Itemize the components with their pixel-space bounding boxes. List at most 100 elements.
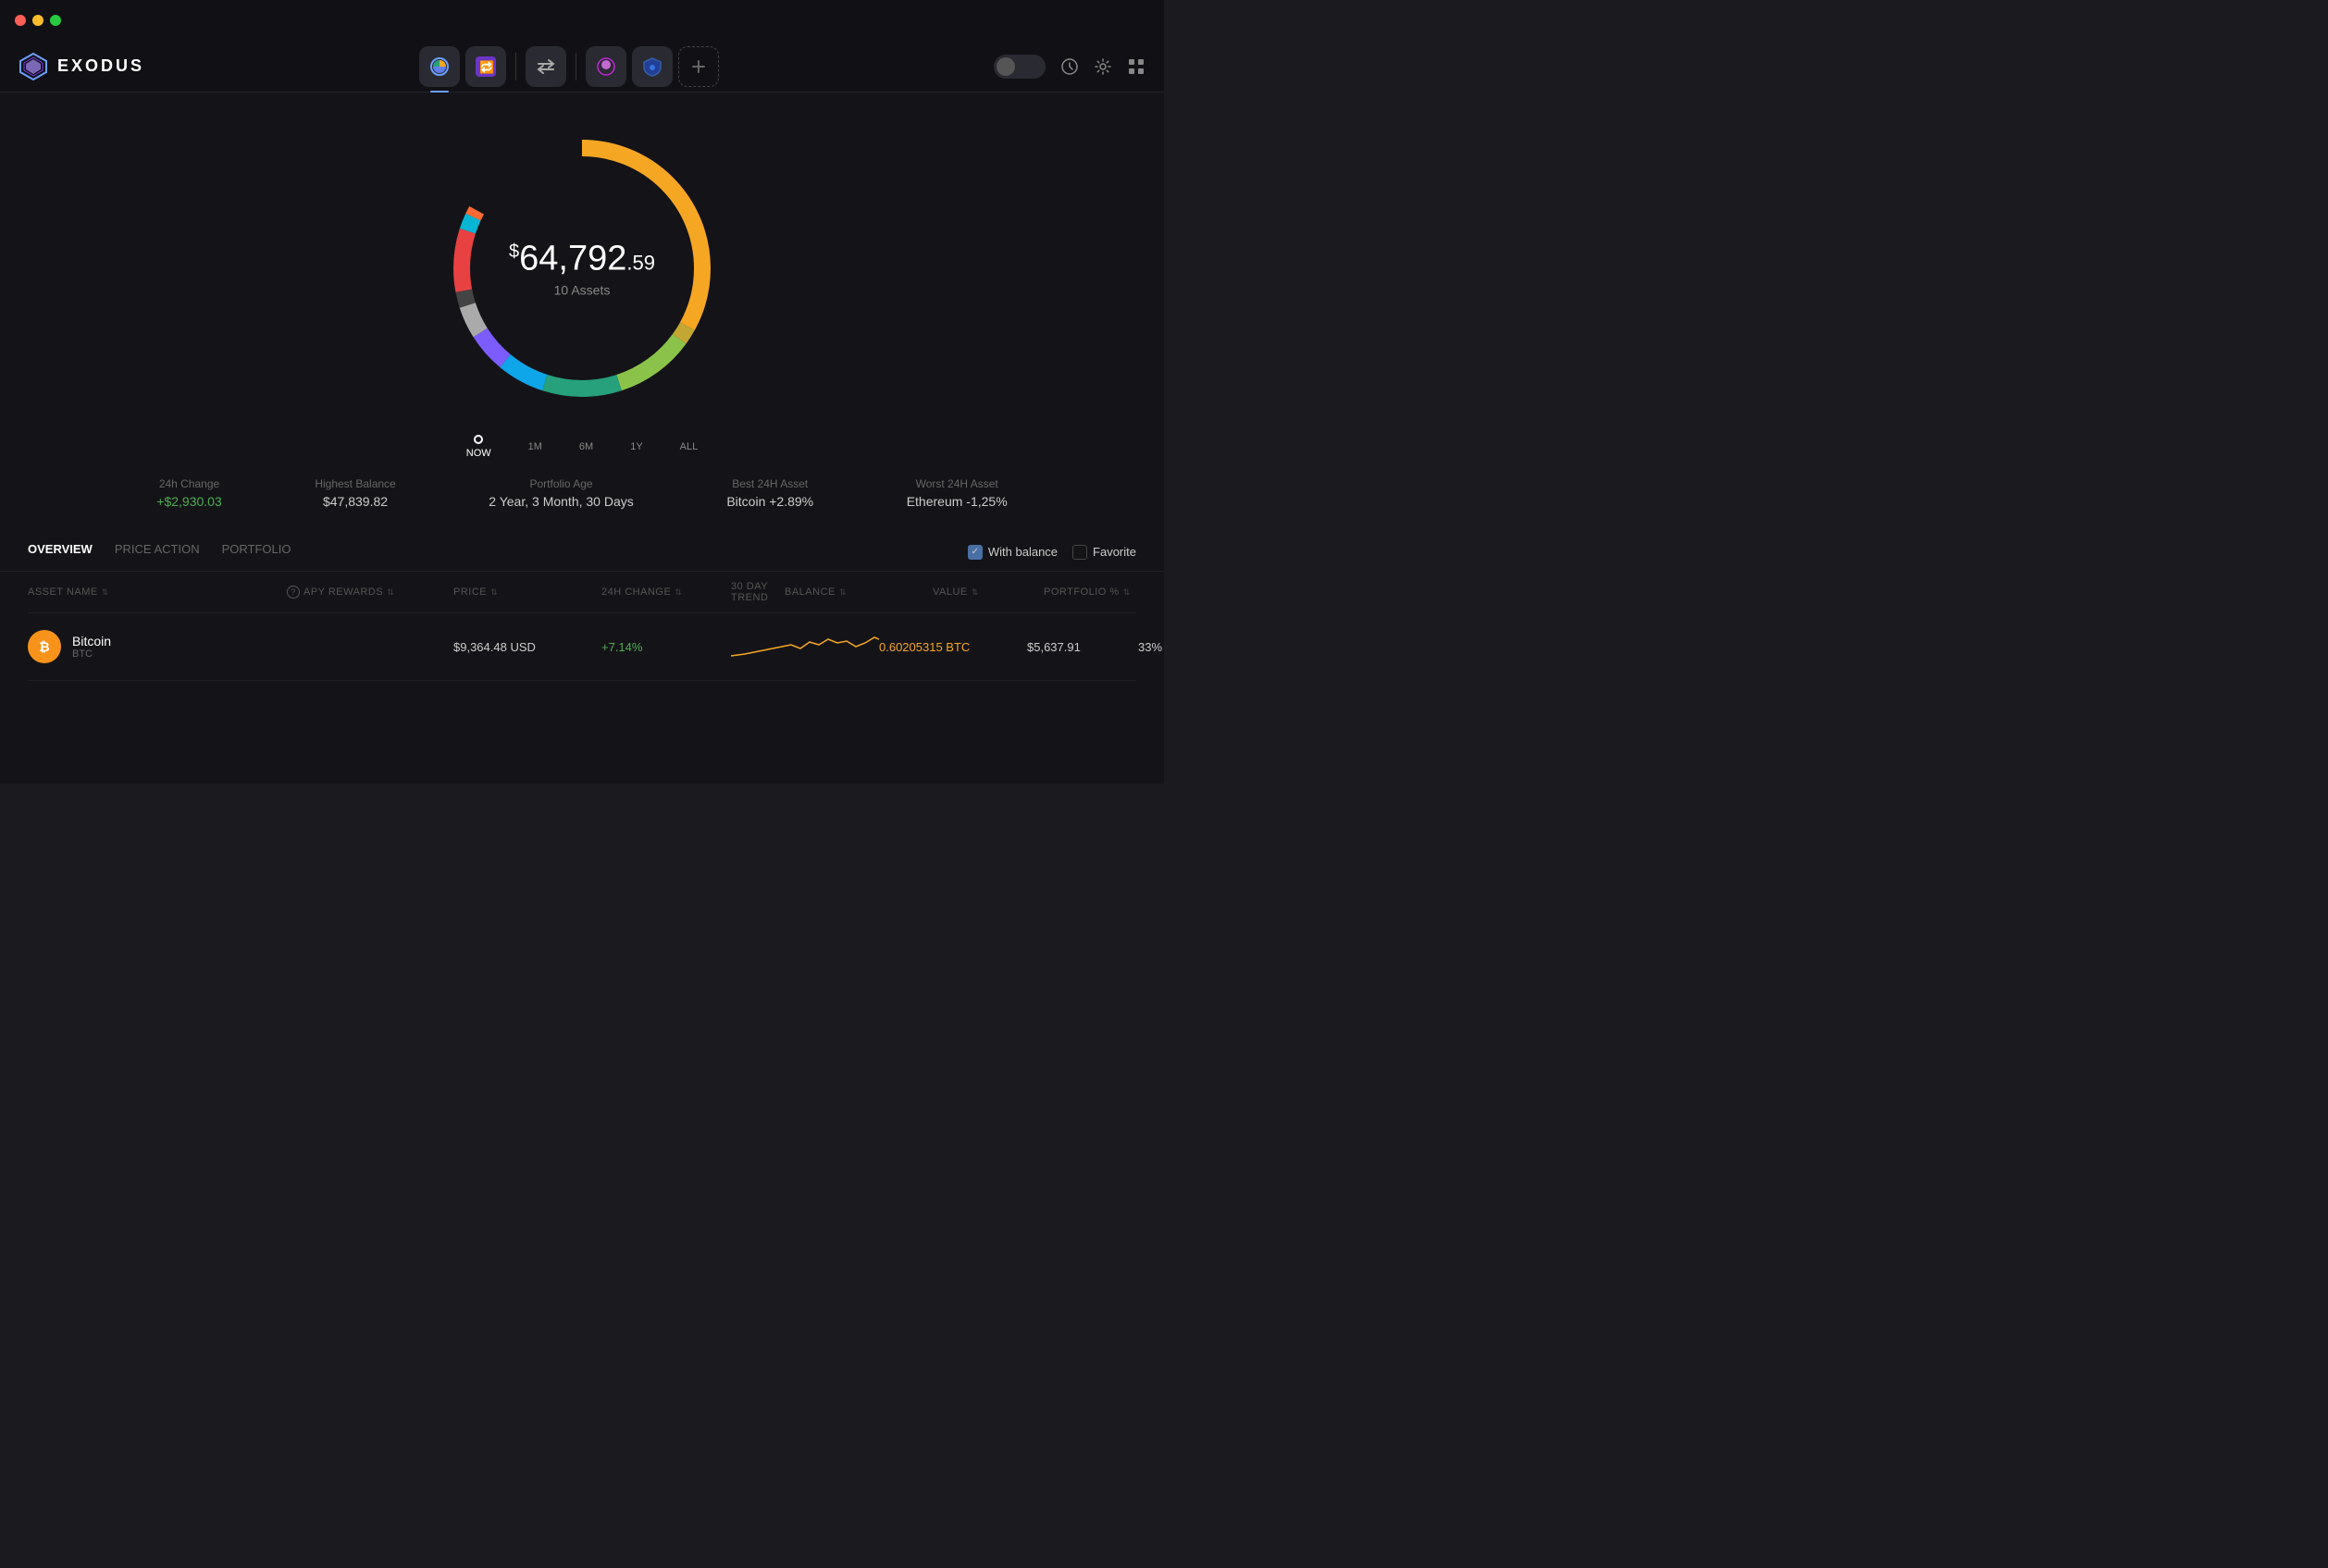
tabs-bar: OVERVIEW PRICE ACTION PORTFOLIO ✓ With b… [0,527,1164,572]
apy-info-icon[interactable]: ? [287,586,300,599]
asset-info-btc: ₿ Bitcoin BTC [28,630,287,663]
favorite-label: Favorite [1093,545,1136,559]
th-24h-change[interactable]: 24H CHANGE ⇅ [601,581,731,603]
settings-button[interactable] [1094,57,1112,76]
tab-overview[interactable]: OVERVIEW [28,542,93,562]
tabs-right: ✓ With balance Favorite [968,545,1136,560]
stat-highest-value: $47,839.82 [315,494,395,509]
th-balance[interactable]: BALANCE ⇅ [785,581,933,603]
stat-age-value: 2 Year, 3 Month, 30 Days [489,494,633,509]
nav-transfer-button[interactable] [526,46,566,87]
asset-table: ASSET NAME ⇅ ? APY REWARDS ⇅ PRICE ⇅ 24H… [0,572,1164,681]
amount-cents: .59 [626,252,655,275]
sort-icon-name: ⇅ [102,587,109,598]
exodus-logo-icon [19,52,48,81]
close-button[interactable] [15,15,26,26]
tab-portfolio[interactable]: PORTFOLIO [222,542,291,562]
logo: EXODUS [19,52,144,81]
nav-add-button[interactable] [678,46,719,87]
maximize-button[interactable] [50,15,61,26]
donut-chart: $64,792.59 10 Assets [434,120,730,416]
history-icon [1060,57,1079,76]
main-content: $64,792.59 10 Assets NOW 1M 6M 1Y ALL [0,93,1164,784]
btc-portfolio-pct: 33% [1138,640,1164,654]
timeline-all[interactable]: ALL [680,441,699,452]
nav-nft-button[interactable] [586,46,626,87]
sort-icon-value: ⇅ [972,587,979,598]
th-price[interactable]: PRICE ⇅ [453,581,601,603]
with-balance-filter[interactable]: ✓ With balance [968,545,1058,560]
svg-text:🔁: 🔁 [479,60,494,74]
apps-icon [1127,57,1145,76]
nav-exchange-button[interactable]: 🔁 [465,46,506,87]
stat-24h-label: 24h Change [156,477,221,490]
favorite-filter[interactable]: Favorite [1072,545,1136,560]
sort-icon-apy: ⇅ [387,587,394,598]
btc-balance: 0.60205315 BTC [879,640,1027,654]
navbar-right [994,55,1145,79]
timeline-1m[interactable]: 1M [528,441,542,452]
th-portfolio[interactable]: PORTFOLIO % ⇅ [1044,581,1136,603]
transfer-icon [536,56,556,77]
timeline-6m-label: 6M [579,441,593,452]
assets-count: 10 Assets [509,283,655,298]
timeline-all-label: ALL [680,441,699,452]
sort-icon-balance: ⇅ [839,587,847,598]
stat-age-label: Portfolio Age [489,477,633,490]
donut-center-text: $64,792.59 10 Assets [509,240,655,298]
timeline-dot-circle [474,435,483,444]
gear-icon [1094,57,1112,76]
stat-best-value: Bitcoin +2.89% [726,494,813,509]
th-asset-name[interactable]: ASSET NAME ⇅ [28,581,287,603]
portfolio-icon [429,56,450,77]
stat-24h-change: 24h Change +$2,930.03 [156,477,221,509]
btc-sparkline [731,628,879,665]
apps-button[interactable] [1127,57,1145,76]
lock-toggle[interactable] [994,55,1046,79]
exchange-icon: 🔁 [476,56,496,77]
nav-web3-button[interactable] [632,46,673,87]
btc-value: $5,637.91 [1027,640,1138,654]
sort-icon-price: ⇅ [490,587,498,598]
timeline-6m[interactable]: 6M [579,441,593,452]
plus-icon [691,59,706,74]
table-header: ASSET NAME ⇅ ? APY REWARDS ⇅ PRICE ⇅ 24H… [28,572,1136,613]
favorite-checkbox[interactable] [1072,545,1087,560]
tab-price-action[interactable]: PRICE ACTION [115,542,200,562]
with-balance-label: With balance [988,545,1058,559]
nav-center: 🔁 [419,46,719,87]
stats-row: 24h Change +$2,930.03 Highest Balance $4… [73,477,1091,509]
stat-highest-label: Highest Balance [315,477,395,490]
stat-24h-value: +$2,930.03 [156,494,221,509]
portfolio-total: $64,792.59 [509,240,655,279]
timeline-1m-label: 1M [528,441,542,452]
sort-icon-change: ⇅ [675,587,682,598]
btc-icon: ₿ [28,630,61,663]
with-balance-checkbox[interactable]: ✓ [968,545,983,560]
timeline-now-label: NOW [466,448,491,459]
shield-icon [642,56,662,77]
table-row[interactable]: ₿ Bitcoin BTC $9,364.48 USD +7.14% 0.602… [28,613,1136,681]
stat-best-label: Best 24H Asset [726,477,813,490]
timeline: NOW 1M 6M 1Y ALL [466,435,699,459]
timeline-1y-label: 1Y [630,441,642,452]
btc-name-block: Bitcoin BTC [72,634,111,660]
portfolio-section: $64,792.59 10 Assets NOW 1M 6M 1Y ALL [0,93,1164,527]
titlebar [0,0,1164,41]
stat-worst-label: Worst 24H Asset [907,477,1008,490]
th-value[interactable]: VALUE ⇅ [933,581,1044,603]
btc-sparkline-svg [731,628,879,665]
stat-worst-value: Ethereum -1,25% [907,494,1008,509]
stat-worst-asset: Worst 24H Asset Ethereum -1,25% [907,477,1008,509]
nav-portfolio-button[interactable] [419,46,460,87]
btc-ticker: BTC [72,648,111,660]
th-trend: 30 DAY TREND [731,581,785,603]
stat-highest-balance: Highest Balance $47,839.82 [315,477,395,509]
amount-main: 64,792 [519,240,626,278]
timeline-1y[interactable]: 1Y [630,441,642,452]
nft-icon [596,56,616,77]
history-button[interactable] [1060,57,1079,76]
timeline-now[interactable]: NOW [466,435,491,459]
minimize-button[interactable] [32,15,43,26]
th-apy[interactable]: ? APY REWARDS ⇅ [287,581,453,603]
